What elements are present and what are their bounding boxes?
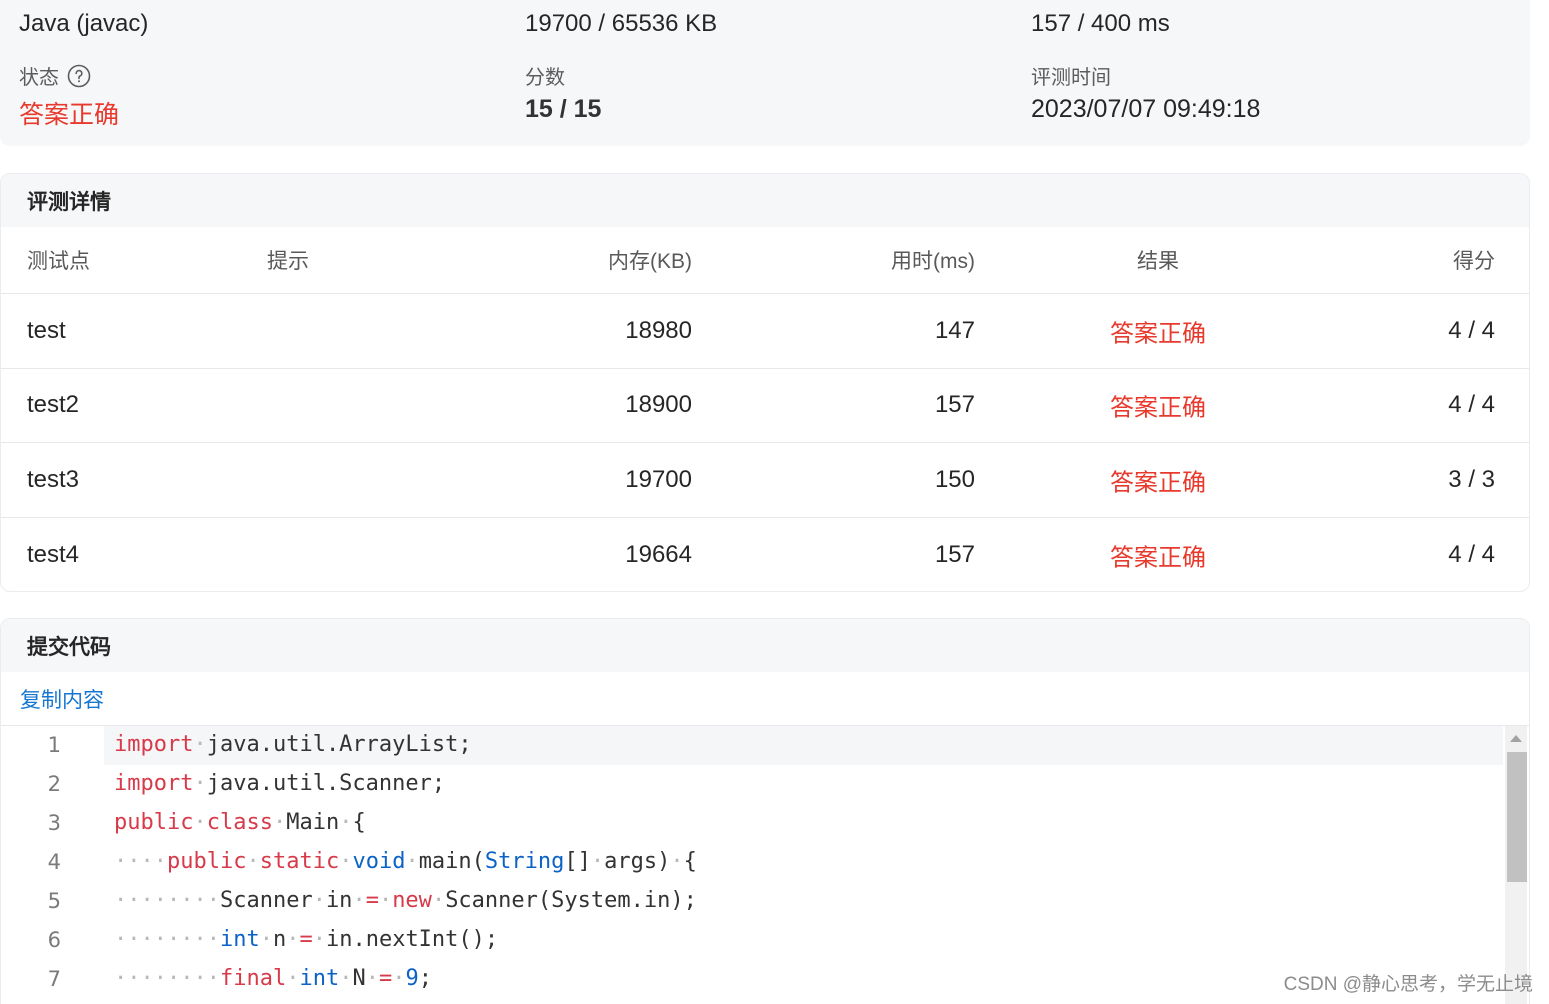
- row-time: 147: [934, 316, 975, 344]
- scroll-up-arrow-icon[interactable]: [1510, 735, 1522, 742]
- row-score: 4 / 4: [1448, 540, 1495, 568]
- code-line: 6 ········int·n·=·in.nextInt();: [1, 921, 1503, 960]
- code-text: import·java.util.Scanner;: [114, 771, 446, 796]
- line-number: 4: [47, 850, 61, 874]
- copy-bar: 复制内容: [1, 672, 1529, 726]
- code-line: 4 ····public·static·void·main(String[]·ar…: [1, 843, 1503, 882]
- code-line: 5 ········Scanner·in·=·new·Scanner(System…: [1, 882, 1503, 921]
- judge-time-label: 评测时间: [1031, 67, 1111, 89]
- line-number: 3: [47, 811, 61, 835]
- row-case: test2: [27, 391, 80, 419]
- row-result: 答案正确: [1110, 394, 1206, 422]
- table-row: test2 18900 157 答案正确 4 / 4: [1, 369, 1529, 443]
- judge-details-title: 评测详情: [1, 174, 1529, 227]
- row-time: 157: [934, 391, 975, 419]
- code-text: ········int·n·=·in.nextInt();: [114, 927, 499, 952]
- row-score: 4 / 4: [1448, 316, 1495, 344]
- row-memory: 19700: [625, 465, 692, 493]
- code-text: public·class·Main·{: [114, 810, 366, 835]
- row-case: test3: [27, 465, 80, 493]
- table-row: test4 19664 157 答案正确 4 / 4: [1, 518, 1529, 592]
- line-number: 6: [47, 928, 61, 952]
- row-case: test: [27, 316, 66, 344]
- memory-value: 19700 / 65536 KB: [525, 10, 718, 37]
- code-line: 1 import·java.util.ArrayList;: [1, 726, 1503, 765]
- code-line: 7 ········final·int·N·=·9;: [1, 960, 1503, 999]
- editor-scrollbar[interactable]: [1505, 726, 1527, 1004]
- row-result: 答案正确: [1110, 544, 1206, 572]
- code-text: ········Scanner·in·=·new·Scanner(System.…: [114, 888, 697, 913]
- submitted-code-card: 提交代码 复制内容 1 import·java.util.ArrayList; 2 i…: [0, 618, 1530, 1004]
- row-score: 3 / 3: [1448, 465, 1495, 493]
- judge-time-value: 2023/07/07 09:49:18: [1031, 95, 1261, 123]
- time-value: 157 / 400 ms: [1031, 10, 1170, 37]
- details-table-header: 测试点 提示 内存(KB) 用时(ms) 结果 得分: [1, 227, 1529, 294]
- watermark: CSDN @静心思考，学无止境: [1283, 974, 1533, 995]
- row-memory: 18980: [625, 316, 692, 344]
- submission-summary: Java (javac) 状态 答案正确 19700 / 65536 KB 分数…: [0, 0, 1530, 146]
- score-value: 15 / 15: [525, 95, 602, 123]
- row-result: 答案正确: [1110, 320, 1206, 348]
- code-editor[interactable]: 1 import·java.util.ArrayList; 2 import·java…: [1, 726, 1529, 1004]
- line-number: 2: [47, 772, 61, 796]
- table-row: test 18980 147 答案正确 4 / 4: [1, 294, 1529, 369]
- row-result: 答案正确: [1110, 469, 1206, 497]
- row-time: 157: [934, 540, 975, 568]
- line-number: 1: [47, 733, 61, 757]
- score-label: 分数: [525, 67, 565, 89]
- code-text: ········final·int·N·=·9;: [114, 966, 432, 991]
- row-memory: 19664: [625, 540, 692, 568]
- code-text: import·java.util.ArrayList;: [114, 732, 472, 757]
- submitted-code-title: 提交代码: [1, 619, 1529, 672]
- header-time: 用时(ms): [891, 250, 975, 273]
- code-text: ····public·static·void·main(String[]·arg…: [114, 849, 697, 874]
- code-line: 2 import·java.util.Scanner;: [1, 765, 1503, 804]
- language-value: Java (javac): [19, 10, 149, 37]
- status-value: 答案正确: [19, 101, 120, 129]
- row-case: test4: [27, 540, 80, 568]
- header-case: 测试点: [27, 250, 90, 273]
- status-label-text: 状态: [19, 67, 59, 89]
- header-memory: 内存(KB): [608, 250, 692, 273]
- header-result: 结果: [1137, 250, 1179, 273]
- line-number: 7: [47, 967, 61, 991]
- header-score: 得分: [1453, 250, 1495, 273]
- row-score: 4 / 4: [1448, 391, 1495, 419]
- line-number: 5: [47, 889, 61, 913]
- judge-details-card: 评测详情 测试点 提示 内存(KB) 用时(ms) 结果 得分 test 189…: [0, 173, 1530, 592]
- status-label: 状态: [19, 61, 91, 90]
- code-line: 3 public·class·Main·{: [1, 804, 1503, 843]
- scroll-thumb[interactable]: [1507, 752, 1527, 882]
- help-circle-icon[interactable]: [67, 64, 91, 88]
- copy-content-link[interactable]: 复制内容: [20, 684, 104, 714]
- row-time: 150: [934, 465, 975, 493]
- header-hint: 提示: [267, 250, 309, 273]
- row-memory: 18900: [625, 391, 692, 419]
- table-row: test3 19700 150 答案正确 3 / 3: [1, 443, 1529, 518]
